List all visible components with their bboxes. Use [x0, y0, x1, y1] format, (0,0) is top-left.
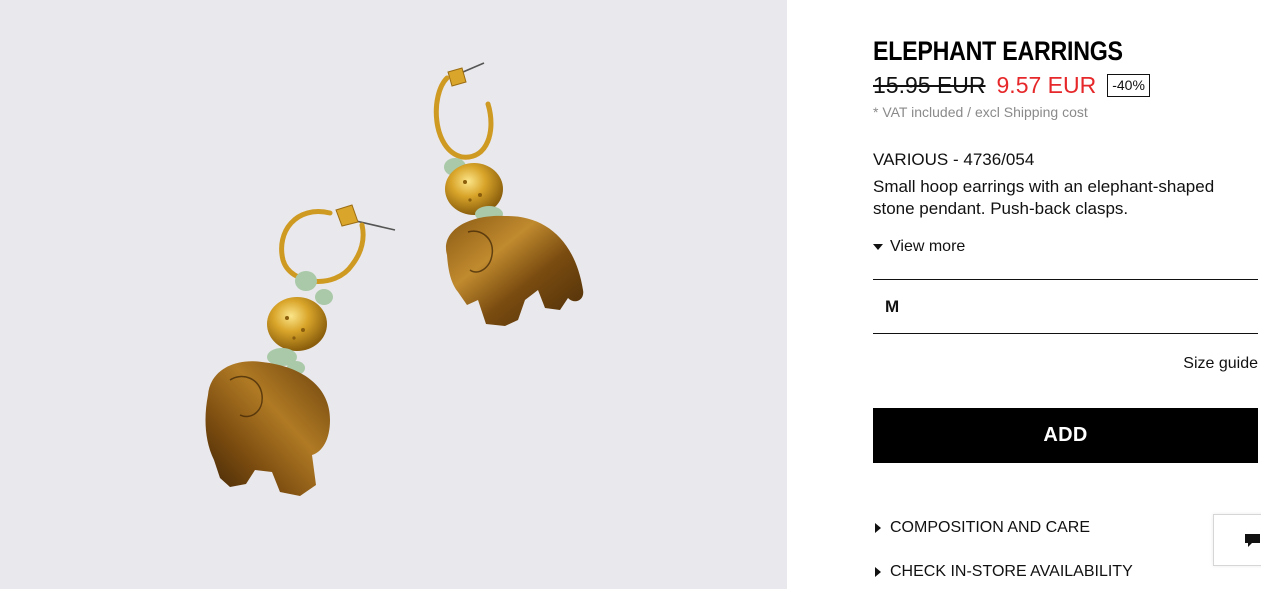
add-to-cart-button[interactable]: ADD [873, 408, 1258, 463]
accordion-label: CHECK IN-STORE AVAILABILITY [890, 563, 1133, 580]
size-guide-link[interactable]: Size guide [1183, 355, 1258, 373]
triangle-down-icon [873, 244, 883, 250]
product-description: Small hoop earrings with an elephant-sha… [873, 177, 1215, 218]
right-earring [433, 62, 584, 326]
old-price: 15.95 EUR [873, 72, 986, 98]
sale-price: 9.57 EUR [996, 72, 1097, 98]
chat-bubble-icon [1245, 534, 1260, 547]
triangle-right-icon [875, 567, 881, 577]
product-reference: VARIOUS - 4736/054 [873, 150, 1035, 169]
product-page: ELEPHANT EARRINGS 15.95 EUR 9.57 EUR -40… [0, 0, 1261, 589]
chat-widget-button[interactable] [1213, 514, 1261, 566]
view-more-link[interactable]: View more [873, 238, 965, 256]
vat-note: * VAT included / excl Shipping cost [873, 104, 1088, 120]
price-row: 15.95 EUR 9.57 EUR -40% [873, 72, 1150, 99]
left-earring [205, 204, 396, 496]
selected-size: M [885, 296, 900, 316]
view-more-label: View more [890, 238, 966, 255]
accordion-store-availability[interactable]: CHECK IN-STORE AVAILABILITY [875, 563, 1133, 581]
triangle-right-icon [875, 523, 881, 533]
accordion-composition[interactable]: COMPOSITION AND CARE [875, 519, 1090, 537]
discount-badge: -40% [1107, 74, 1150, 97]
earrings-photo [205, 62, 584, 496]
accordion-label: COMPOSITION AND CARE [890, 519, 1091, 536]
size-selector[interactable]: M [873, 279, 1258, 334]
product-image[interactable] [0, 0, 787, 589]
product-title: ELEPHANT EARRINGS [873, 36, 1123, 66]
